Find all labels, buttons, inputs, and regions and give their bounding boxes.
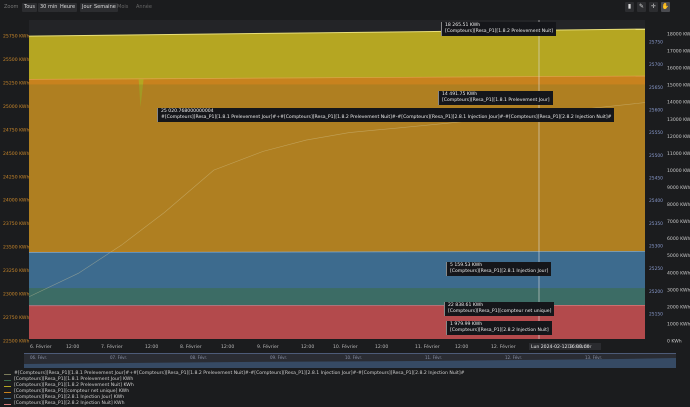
tooltip-label: [Compteurs][Resa_P1][compteur net unique… bbox=[448, 309, 551, 315]
right-axis-tick: 7000 KWh bbox=[667, 219, 690, 225]
legend-swatch bbox=[4, 398, 11, 399]
right-axis-tick: 18000 KWh bbox=[667, 32, 690, 38]
left-axis-tick: 23000 KWh bbox=[3, 292, 29, 298]
left-axis-tick: 23500 KWh bbox=[3, 245, 29, 251]
right-axis-tick: 17000 KWh bbox=[667, 49, 690, 55]
x-axis-tick: 12:00 bbox=[301, 344, 314, 350]
right-axis-tick: 5000 KWh bbox=[667, 253, 690, 259]
x-axis-tick: 10. Février bbox=[333, 343, 358, 350]
right-axis-tick: 9000 KWh bbox=[667, 185, 690, 191]
tooltip-label: #[Compteurs][Resa_P1][1.8.1 Prelevement … bbox=[161, 115, 611, 121]
navigator-tick: 06. Févr. bbox=[30, 355, 47, 360]
navigator-tick: 07. Févr. bbox=[110, 355, 127, 360]
legend-swatch bbox=[4, 386, 11, 387]
inner-axis-tick: 25750 bbox=[649, 40, 663, 46]
legend-swatch bbox=[4, 374, 11, 375]
left-axis-tick: 23750 KWh bbox=[3, 221, 29, 227]
x-axis-tick: 12:00 bbox=[145, 344, 158, 350]
tooltip-inj-nuit: 1 979.99 KWh[Compteurs][Resa_P1][2.8.2 I… bbox=[446, 321, 552, 335]
tooltip-label: [Compteurs][Resa_P1][1.8.2 Prelevement N… bbox=[445, 29, 553, 35]
right-axis-tick: 6000 KWh bbox=[667, 236, 690, 242]
chart-legend: #[Compteurs][Resa_P1][1.8.1 Prelevement … bbox=[4, 371, 684, 407]
inner-axis-tick: 25350 bbox=[649, 221, 663, 227]
right-axis-tick: 10000 KWh bbox=[667, 168, 690, 174]
navigator-tick: 12. Févr. bbox=[505, 355, 522, 360]
x-axis-tick: 13. Février bbox=[567, 343, 592, 350]
right-axis-tick: 3000 KWh bbox=[667, 287, 690, 293]
energy-chart[interactable]: 25750 KWh 25500 KWh 25250 KWh 25000 KWh 2475… bbox=[0, 0, 690, 370]
left-axis-tick: 25000 KWh bbox=[3, 104, 29, 110]
right-axis-tick: 16000 KWh bbox=[667, 66, 690, 72]
inner-axis-tick: 25400 bbox=[649, 198, 663, 204]
x-axis-tick: 12:00 bbox=[455, 344, 468, 350]
navigator-tick: 08. Févr. bbox=[190, 355, 207, 360]
x-axis-tick: 12:00 bbox=[66, 344, 79, 350]
tooltip-inj-jour: 5 159.53 KWh[Compteurs][Resa_P1][2.8.1 I… bbox=[446, 262, 551, 276]
navigator-tick: 10. Févr. bbox=[345, 355, 362, 360]
right-axis-tick: 0 KWh bbox=[667, 339, 682, 345]
tooltip-prelev-jour: 14 491.75 KWh[Compteurs][Resa_P1][1.8.1 … bbox=[438, 91, 553, 105]
x-axis-tick: 8. Février bbox=[180, 343, 202, 350]
inner-axis-tick: 25500 bbox=[649, 153, 663, 159]
x-axis-tick: 7. Février bbox=[101, 343, 123, 350]
left-axis-tick: 24500 KWh bbox=[3, 151, 29, 157]
right-axis-tick: 1000 KWh bbox=[667, 321, 690, 327]
navigator-outline bbox=[24, 353, 676, 354]
tooltip-prelev-nuit: 18 265.51 KWh[Compteurs][Resa_P1][1.8.2 … bbox=[441, 22, 556, 36]
tooltip-label: [Compteurs][Resa_P1][2.8.2 Injection Nui… bbox=[450, 328, 549, 334]
right-axis-tick: 12000 KWh bbox=[667, 134, 690, 140]
navigator-tick: 11. Févr. bbox=[425, 355, 442, 360]
tooltip-label: [Compteurs][Resa_P1][1.8.1 Prelevement J… bbox=[442, 98, 550, 104]
left-axis-tick: 23250 KWh bbox=[3, 268, 29, 274]
right-axis-tick: 15000 KWh bbox=[667, 83, 690, 89]
inner-axis-tick: 25200 bbox=[649, 289, 663, 295]
tooltip-formula: 25 020.768000000004#[Compteurs][Resa_P1]… bbox=[157, 108, 614, 122]
left-axis-tick: 25500 KWh bbox=[3, 57, 29, 63]
navigator-tick: 13. Févr. bbox=[585, 355, 602, 360]
left-axis-tick: 24750 KWh bbox=[3, 127, 29, 133]
left-axis-tick: 22500 KWh bbox=[3, 339, 29, 345]
x-axis-tick: 12:00 bbox=[221, 344, 234, 350]
x-axis-tick: 6. Février bbox=[30, 343, 52, 350]
tooltip-label: [Compteurs][Resa_P1][2.8.1 Injection Jou… bbox=[450, 269, 548, 275]
x-axis-tick: 12:00 bbox=[375, 344, 388, 350]
legend-swatch bbox=[4, 404, 11, 405]
inner-axis-tick: 25300 bbox=[649, 244, 663, 250]
left-axis-tick: 24250 KWh bbox=[3, 174, 29, 180]
legend-item[interactable]: [Compteurs][Resa_P1][2.8.2 Injection Nui… bbox=[4, 401, 684, 407]
inner-axis-tick: 25150 bbox=[649, 312, 663, 318]
legend-swatch bbox=[4, 392, 11, 393]
left-axis-tick: 24000 KWh bbox=[3, 198, 29, 204]
left-axis-tick: 25750 KWh bbox=[3, 34, 29, 40]
right-axis-tick: 4000 KWh bbox=[667, 270, 690, 276]
x-axis-tick: 12. Février bbox=[491, 343, 516, 350]
left-axis-tick: 25250 KWh bbox=[3, 80, 29, 86]
right-axis-tick: 8000 KWh bbox=[667, 202, 690, 208]
right-axis-tick: 11000 KWh bbox=[667, 151, 690, 157]
legend-label: [Compteurs][Resa_P1][2.8.2 Injection Nui… bbox=[14, 401, 124, 407]
inner-axis-tick: 25250 bbox=[649, 266, 663, 272]
inner-axis-tick: 25700 bbox=[649, 62, 663, 68]
x-axis-tick: 9. Février bbox=[257, 343, 279, 350]
legend-swatch bbox=[4, 380, 11, 381]
inner-axis-tick: 25550 bbox=[649, 130, 663, 136]
right-axis-tick: 13000 KWh bbox=[667, 117, 690, 123]
tooltip-net: 22 838.61 KWh[Compteurs][Resa_P1][compte… bbox=[444, 302, 554, 316]
inner-axis-tick: 25450 bbox=[649, 176, 663, 182]
inner-axis-tick: 25650 bbox=[649, 85, 663, 91]
navigator-tick: 09. Févr. bbox=[270, 355, 287, 360]
right-axis-tick: 2000 KWh bbox=[667, 304, 690, 310]
left-axis-tick: 22750 KWh bbox=[3, 315, 29, 321]
x-axis-tick: 11. Février bbox=[415, 343, 440, 350]
inner-axis-tick: 25600 bbox=[649, 108, 663, 114]
right-axis-tick: 14000 KWh bbox=[667, 100, 690, 106]
